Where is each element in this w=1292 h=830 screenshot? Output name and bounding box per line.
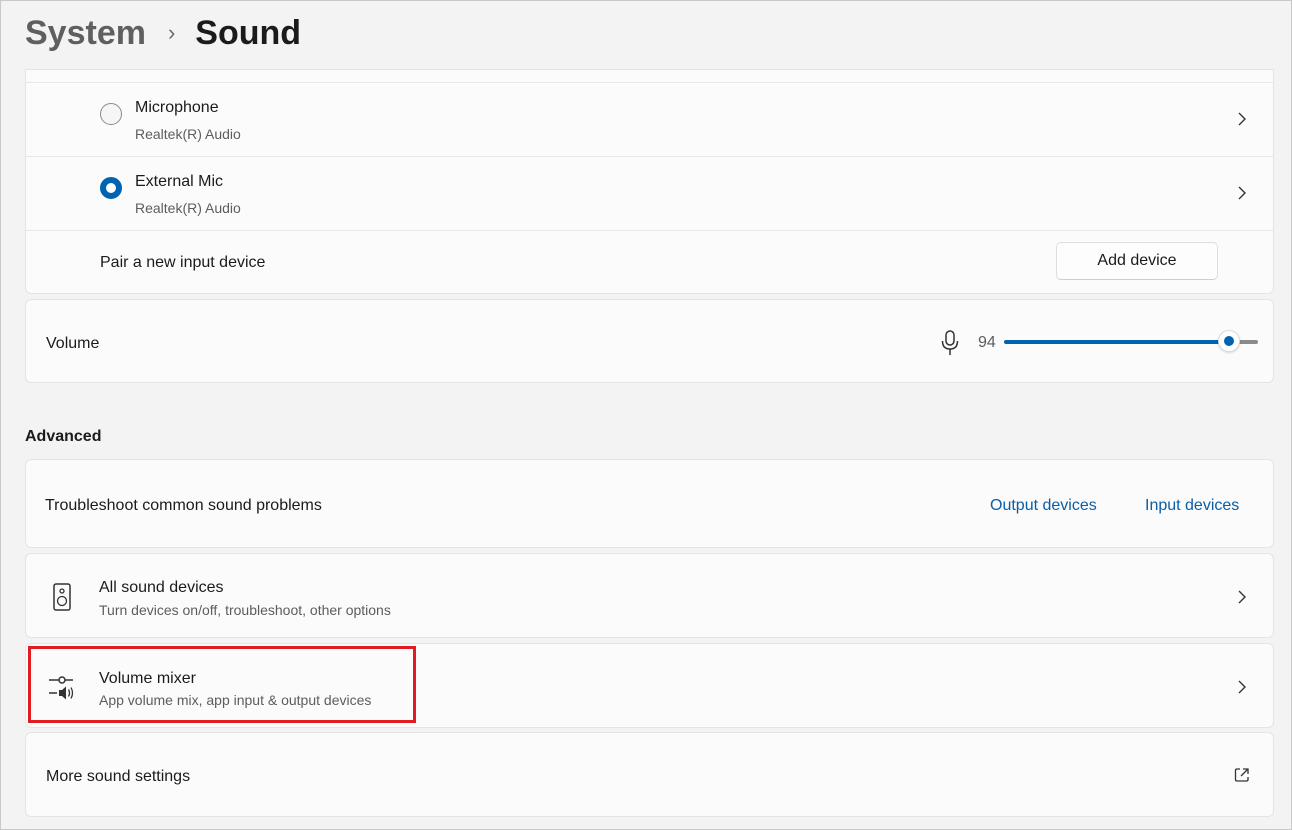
more-sound-settings-label: More sound settings [46, 768, 191, 785]
chevron-right-icon [1238, 186, 1246, 200]
all-sound-devices-row[interactable]: All sound devices Turn devices on/off, t… [25, 553, 1274, 638]
breadcrumb: System › Sound [25, 11, 301, 55]
volume-card: Volume 94 [25, 299, 1274, 383]
all-sound-devices-title: All sound devices [99, 579, 224, 596]
input-device-microphone[interactable]: Microphone Realtek(R) Audio [26, 83, 1273, 157]
add-device-button[interactable]: Add device [1056, 242, 1218, 280]
device-detail: Realtek(R) Audio [135, 200, 241, 216]
more-sound-settings-row[interactable]: More sound settings [25, 732, 1274, 817]
device-detail: Realtek(R) Audio [135, 126, 241, 142]
troubleshoot-label: Troubleshoot common sound problems [45, 497, 322, 514]
external-link-icon [1234, 768, 1249, 782]
slider-thumb-core [1224, 336, 1235, 346]
input-devices-card: Microphone Realtek(R) Audio External Mic… [25, 69, 1274, 294]
pair-device-label: Pair a new input device [100, 254, 266, 271]
speaker-icon [53, 583, 71, 611]
volume-slider[interactable] [1004, 330, 1258, 354]
device-name: Microphone [135, 99, 219, 116]
chevron-right-icon [1238, 590, 1246, 604]
page-title: Sound [195, 13, 302, 52]
chevron-right-icon [1238, 680, 1246, 694]
breadcrumb-system[interactable]: System [25, 14, 146, 53]
radio-microphone[interactable] [100, 103, 122, 125]
slider-track [1237, 340, 1258, 344]
chevron-right-icon [1238, 112, 1246, 126]
radio-external-mic[interactable] [100, 177, 122, 199]
pair-device-row: Pair a new input device Add device [26, 231, 1273, 294]
input-devices-link[interactable]: Input devices [1145, 497, 1239, 515]
all-sound-devices-subtitle: Turn devices on/off, troubleshoot, other… [99, 602, 391, 618]
troubleshoot-card: Troubleshoot common sound problems Outpu… [25, 459, 1274, 548]
slider-thumb[interactable] [1218, 330, 1241, 352]
slider-fill [1004, 340, 1224, 344]
breadcrumb-separator: › [167, 20, 176, 45]
highlight-box [28, 646, 416, 723]
output-devices-link[interactable]: Output devices [990, 497, 1097, 515]
volume-value: 94 [978, 334, 996, 351]
input-device-external-mic[interactable]: External Mic Realtek(R) Audio [26, 157, 1273, 231]
volume-label: Volume [46, 335, 100, 352]
device-name: External Mic [135, 173, 224, 190]
section-heading-advanced: Advanced [25, 428, 102, 445]
microphone-icon [941, 330, 959, 355]
